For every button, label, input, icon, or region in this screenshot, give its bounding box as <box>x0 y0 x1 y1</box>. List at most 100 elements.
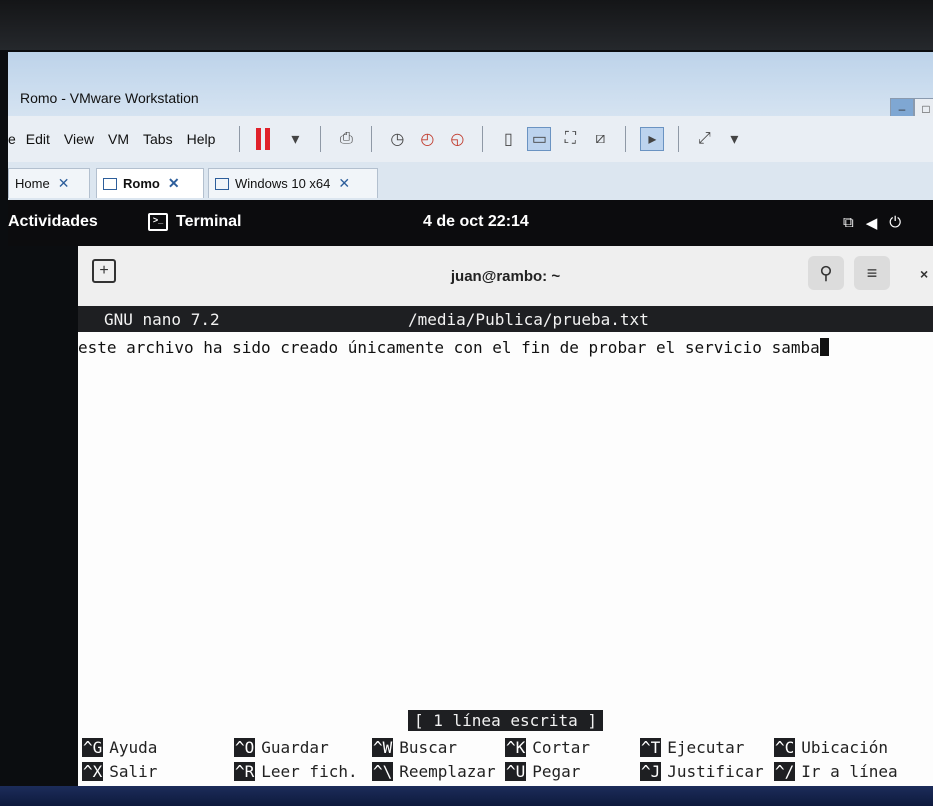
gnome-top-bar: Actividades >_ Terminal 4 de oct 22:14 ⧉… <box>8 200 933 246</box>
shortcut-label: Ejecutar <box>667 738 745 757</box>
system-tray[interactable]: ⧉ ◀ ⏻ <box>843 214 901 232</box>
shortcut-label: Leer fich. <box>261 762 358 781</box>
vm-icon <box>103 177 117 190</box>
chevron-down-icon[interactable]: ▾ <box>284 128 306 150</box>
unity-icon[interactable]: ⧄ <box>589 128 611 150</box>
shortcut-key: ^/ <box>774 762 796 781</box>
hamburger-menu-icon[interactable]: ≡ <box>854 256 890 290</box>
app-name: Terminal <box>176 213 242 230</box>
volume-icon: ◀ <box>865 215 878 232</box>
terminal-icon: >_ <box>148 213 168 231</box>
toolbar-separator <box>320 126 322 152</box>
shortcut-save: ^O Guardar <box>234 738 329 757</box>
shortcut-label: Salir <box>109 762 158 781</box>
vmware-tabbar: Home ✕ Romo ✕ Windows 10 x64 ✕ <box>8 162 933 201</box>
stretch-icon[interactable]: ⤢ <box>693 128 715 150</box>
shortcut-help: ^G Ayuda <box>82 738 157 757</box>
shortcut-location: ^C Ubicación <box>774 738 888 757</box>
close-icon[interactable]: ✕ <box>168 175 180 192</box>
menu-item-vm[interactable]: VM <box>108 131 129 147</box>
shortcut-key: ^W <box>372 738 394 757</box>
shortcut-key: ^G <box>82 738 104 757</box>
send-keys-icon[interactable]: ⎙ <box>335 128 357 150</box>
shortcut-label: Pegar <box>532 762 581 781</box>
nano-file-path: /media/Publica/prueba.txt <box>408 310 649 329</box>
shortcut-key: ^K <box>505 738 527 757</box>
pause-icon[interactable] <box>254 128 276 150</box>
network-icon: ⧉ <box>843 214 854 231</box>
shortcut-label: Buscar <box>399 738 458 757</box>
revert-snapshot-icon[interactable]: ◴ <box>416 128 438 150</box>
tab-label: Windows 10 x64 <box>235 176 331 191</box>
shortcut-execute: ^T Ejecutar <box>640 738 744 757</box>
shortcut-label: Ayuda <box>109 738 158 757</box>
terminal-headerbar: + juan@rambo: ~ ⚲ ≡ × <box>78 246 933 307</box>
toolbar-separator <box>482 126 484 152</box>
close-icon[interactable]: ✕ <box>338 175 350 192</box>
shortcut-search: ^W Buscar <box>372 738 457 757</box>
toolbar-separator <box>239 126 241 152</box>
shortcut-read-file: ^R Leer fich. <box>234 762 358 781</box>
tab-windows-10[interactable]: Windows 10 x64 ✕ <box>208 168 378 198</box>
shortcut-key: ^O <box>234 738 256 757</box>
search-icon[interactable]: ⚲ <box>808 256 844 290</box>
chevron-down-icon[interactable]: ▾ <box>723 128 745 150</box>
nano-version: GNU nano 7.2 <box>104 310 220 329</box>
snapshot-manager-icon[interactable]: ◵ <box>446 128 468 150</box>
tab-label: Home <box>15 176 50 191</box>
taskbar-edge <box>0 786 933 806</box>
menu-item-file-fragment[interactable]: e <box>8 131 16 147</box>
file-content-line: este archivo ha sido creado únicamente c… <box>78 338 820 357</box>
shortcut-key: ^X <box>82 762 104 781</box>
menu-item-view[interactable]: View <box>64 131 94 147</box>
shortcut-key: ^R <box>234 762 256 781</box>
shortcut-paste: ^U Pegar <box>505 762 580 781</box>
shortcut-exit: ^X Salir <box>82 762 157 781</box>
thumbnail-bar-icon[interactable]: ▭ <box>527 127 552 151</box>
shortcut-key: ^T <box>640 738 662 757</box>
shortcut-label: Cortar <box>532 738 591 757</box>
app-menu-terminal[interactable]: >_ Terminal <box>148 213 242 231</box>
close-icon[interactable]: ✕ <box>58 175 70 192</box>
shortcut-label: Guardar <box>261 738 329 757</box>
toolbar-separator <box>371 126 373 152</box>
toolbar-separator <box>678 126 680 152</box>
terminal-title: juan@rambo: ~ <box>450 268 561 285</box>
vm-icon <box>215 177 229 190</box>
close-icon[interactable]: × <box>920 266 928 282</box>
vmware-titlebar: Romo - VMware Workstation – □ <box>8 52 933 120</box>
fullscreen-icon[interactable]: ⛶ <box>559 128 581 150</box>
tab-label: Romo <box>123 176 160 191</box>
shortcut-key: ^\ <box>372 762 394 781</box>
shortcut-key: ^J <box>640 762 662 781</box>
menu-item-help[interactable]: Help <box>187 131 216 147</box>
tab-romo[interactable]: Romo ✕ <box>96 168 204 198</box>
monitor-bezel-top <box>0 0 933 50</box>
shortcut-key: ^U <box>505 762 527 781</box>
shortcut-justify: ^J Justificar <box>640 762 764 781</box>
sidebar-icon[interactable]: ▯ <box>497 128 519 150</box>
activities-button[interactable]: Actividades <box>8 213 98 231</box>
snapshot-icon[interactable]: ◷ <box>386 128 408 150</box>
shortcut-label: Ir a línea <box>801 762 898 781</box>
shortcut-label: Ubicación <box>801 738 888 757</box>
vmware-menubar: e Edit View VM Tabs Help ▾ ⎙ ◷ ◴ ◵ ▯ ▭ ⛶… <box>8 116 933 163</box>
tab-home[interactable]: Home ✕ <box>8 168 90 198</box>
shortcut-cut: ^K Cortar <box>505 738 590 757</box>
menu-item-edit[interactable]: Edit <box>26 131 50 147</box>
shortcut-go-to-line: ^/ Ir a línea <box>774 762 898 781</box>
toolbar-separator <box>625 126 627 152</box>
terminal-window: + juan@rambo: ~ ⚲ ≡ × GNU nano 7.2 /medi… <box>78 246 933 786</box>
shortcut-label: Reemplazar <box>399 762 496 781</box>
clock[interactable]: 4 de oct 22:14 <box>423 213 529 231</box>
console-view-icon[interactable]: ▸ <box>640 127 665 151</box>
text-cursor <box>819 338 829 356</box>
nano-editor-area[interactable]: este archivo ha sido creado únicamente c… <box>78 338 829 357</box>
power-icon: ⏻ <box>889 214 902 231</box>
window-title: Romo - VMware Workstation <box>20 90 199 106</box>
shortcut-key: ^C <box>774 738 796 757</box>
menu-item-tabs[interactable]: Tabs <box>143 131 173 147</box>
nano-status-message: [ 1 línea escrita ] <box>408 710 604 731</box>
shortcut-label: Justificar <box>667 762 764 781</box>
nano-title-bar: GNU nano 7.2 /media/Publica/prueba.txt <box>78 306 933 332</box>
